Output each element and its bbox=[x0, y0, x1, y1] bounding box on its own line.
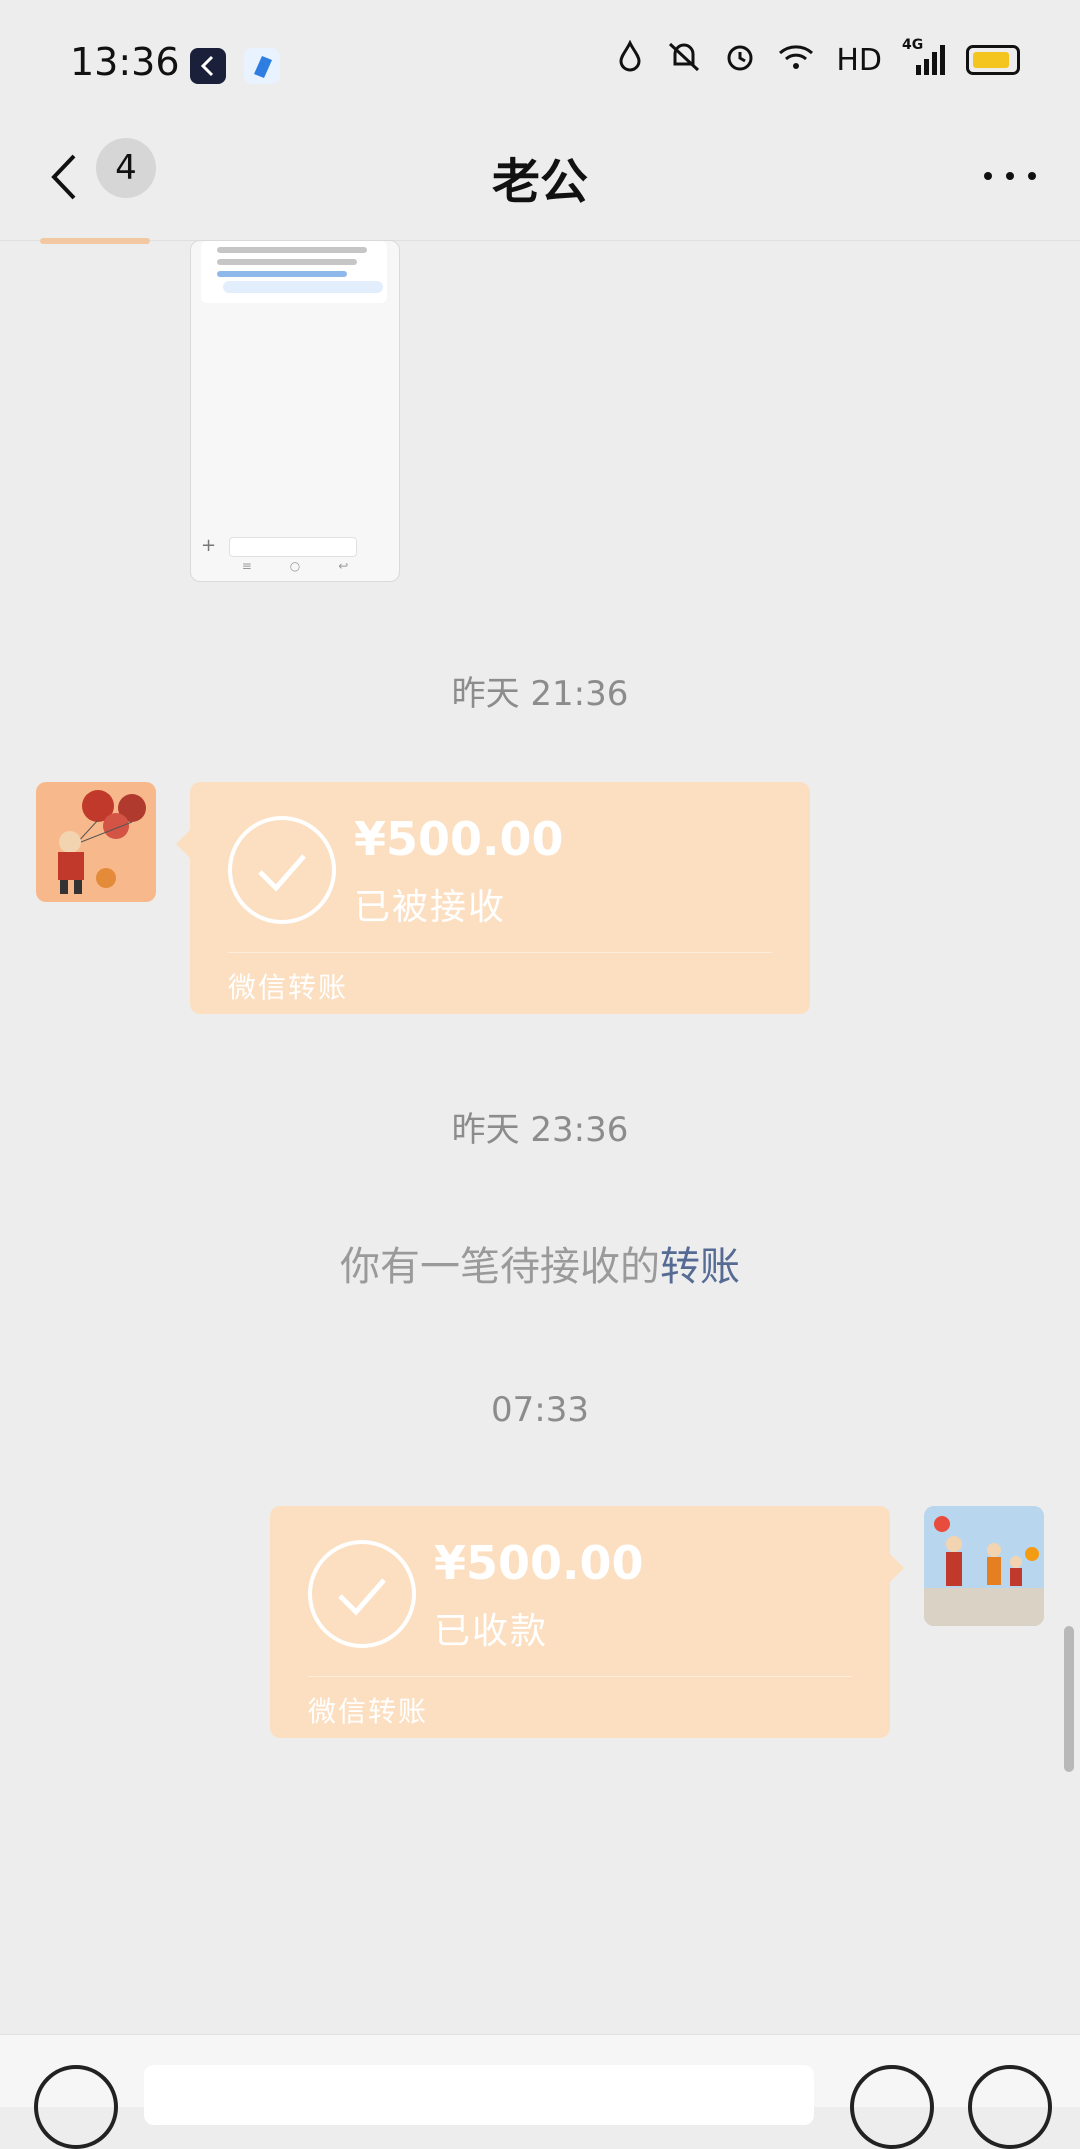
transfer-status: 已收款 bbox=[434, 1611, 549, 1652]
screenshot-line bbox=[217, 271, 347, 277]
screenshot-field bbox=[229, 537, 357, 557]
system-message: 你有一笔待接收的转账 bbox=[0, 1234, 1080, 1292]
timestamp: 昨天 23:36 bbox=[451, 1110, 629, 1150]
bubble-divider bbox=[308, 1676, 852, 1677]
bubble-divider bbox=[228, 952, 772, 953]
bubble-tail bbox=[890, 1554, 904, 1582]
network-label: HD bbox=[836, 42, 882, 78]
mute-icon bbox=[664, 40, 704, 80]
transfer-bubble-received[interactable]: ¥500.00 已被接收 微信转账 bbox=[176, 782, 810, 1014]
scrollbar-thumb[interactable] bbox=[1064, 1626, 1074, 1772]
timestamp: 07:33 bbox=[491, 1390, 589, 1430]
add-button[interactable] bbox=[968, 2065, 1052, 2149]
status-bar: 13:36 HD 4G bbox=[0, 0, 1080, 120]
wifi-icon bbox=[776, 40, 816, 80]
check-circle-icon bbox=[308, 1540, 416, 1648]
more-button[interactable] bbox=[980, 150, 1040, 208]
transfer-amount: ¥500.00 bbox=[434, 1536, 644, 1590]
signal-icon: 4G bbox=[902, 37, 946, 77]
emoji-button[interactable] bbox=[850, 2065, 934, 2149]
check-circle-icon bbox=[228, 816, 336, 924]
screenshot-input-bar: + bbox=[201, 535, 387, 557]
app-dark-icon bbox=[190, 48, 226, 84]
timestamp: 昨天 21:36 bbox=[451, 674, 629, 714]
screenshot-menu-icon: ≡ bbox=[241, 559, 252, 573]
drop-icon bbox=[616, 39, 644, 80]
alarm-icon bbox=[724, 40, 756, 80]
status-time: 13:36 bbox=[70, 40, 180, 84]
screenshot-card bbox=[201, 241, 387, 303]
balloon-kid-avatar[interactable] bbox=[36, 782, 156, 902]
screenshot-plus-icon: + bbox=[201, 535, 217, 556]
transfer-link[interactable]: 转账 bbox=[660, 1244, 740, 1290]
status-icons: HD 4G bbox=[616, 37, 1020, 80]
message-input[interactable] bbox=[144, 2065, 814, 2125]
system-message-text: 你有一笔待接收的 bbox=[340, 1244, 660, 1290]
transfer-status: 已被接收 bbox=[354, 887, 507, 928]
more-dots-icon bbox=[984, 172, 1036, 180]
screenshot-pill bbox=[223, 281, 383, 293]
transfer-amount: ¥500.00 bbox=[354, 812, 564, 866]
voice-button[interactable] bbox=[34, 2065, 118, 2149]
bubble-tail bbox=[176, 830, 190, 858]
family-2025-avatar[interactable] bbox=[924, 1506, 1044, 1626]
previous-bubble-edge bbox=[40, 238, 150, 244]
screenshot-line bbox=[217, 247, 367, 253]
transfer-footer: 微信转账 bbox=[308, 1695, 429, 1728]
app-blue-icon bbox=[244, 48, 280, 84]
screenshot-home-icon: ○ bbox=[289, 559, 301, 573]
chat-title: 老公 bbox=[491, 154, 588, 210]
screenshot-navbar: ≡ ○ ↩ bbox=[191, 559, 399, 579]
battery-icon bbox=[966, 45, 1020, 75]
screenshot-line bbox=[217, 259, 357, 265]
chat-header: 4 老公 bbox=[0, 120, 1080, 241]
screenshot-back-icon: ↩ bbox=[338, 559, 349, 573]
transfer-bubble-collected[interactable]: ¥500.00 已收款 微信转账 bbox=[270, 1506, 904, 1738]
transfer-footer: 微信转账 bbox=[228, 971, 349, 1004]
screenshot-image-message[interactable]: + ≡ ○ ↩ bbox=[190, 240, 400, 582]
input-bar bbox=[0, 2034, 1080, 2149]
